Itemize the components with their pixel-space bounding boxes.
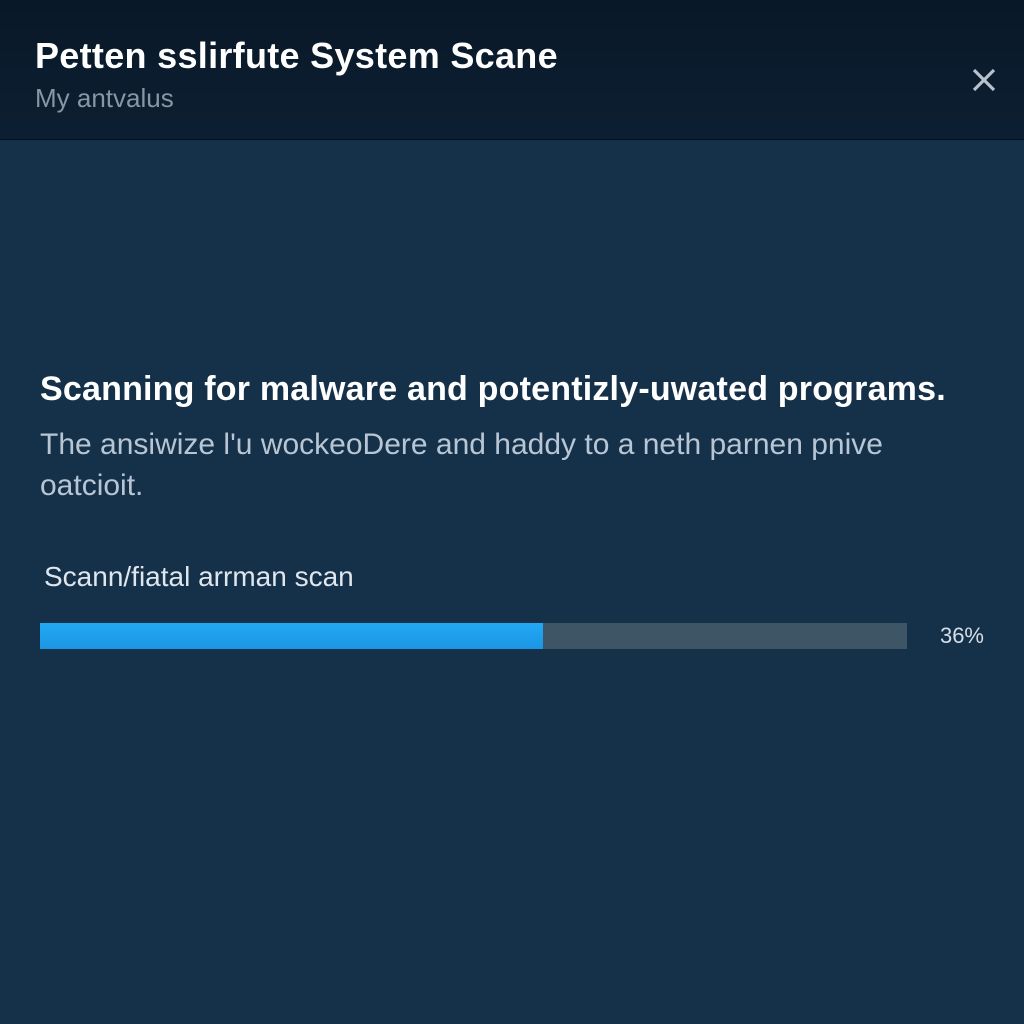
- progress-bar-track: [40, 623, 907, 649]
- scan-current-item-label: Scann/fiatal arrman scan: [44, 561, 984, 593]
- dialog-subtitle: My antvalus: [35, 83, 989, 114]
- close-button[interactable]: [964, 60, 1004, 100]
- progress-bar-fill: [40, 623, 543, 649]
- close-icon: [969, 65, 999, 95]
- progress-percent-label: 36%: [929, 623, 984, 649]
- dialog-body: Scanning for malware and potentizly-uwat…: [0, 140, 1024, 689]
- scan-status-heading: Scanning for malware and potentizly-uwat…: [40, 370, 984, 409]
- progress-row: 36%: [40, 623, 984, 649]
- dialog-header: Petten sslirfute System Scane My antvalu…: [0, 0, 1024, 140]
- dialog-title: Petten sslirfute System Scane: [35, 35, 989, 77]
- scan-status-description: The ansiwize l'u wockeoDere and haddy to…: [40, 425, 960, 506]
